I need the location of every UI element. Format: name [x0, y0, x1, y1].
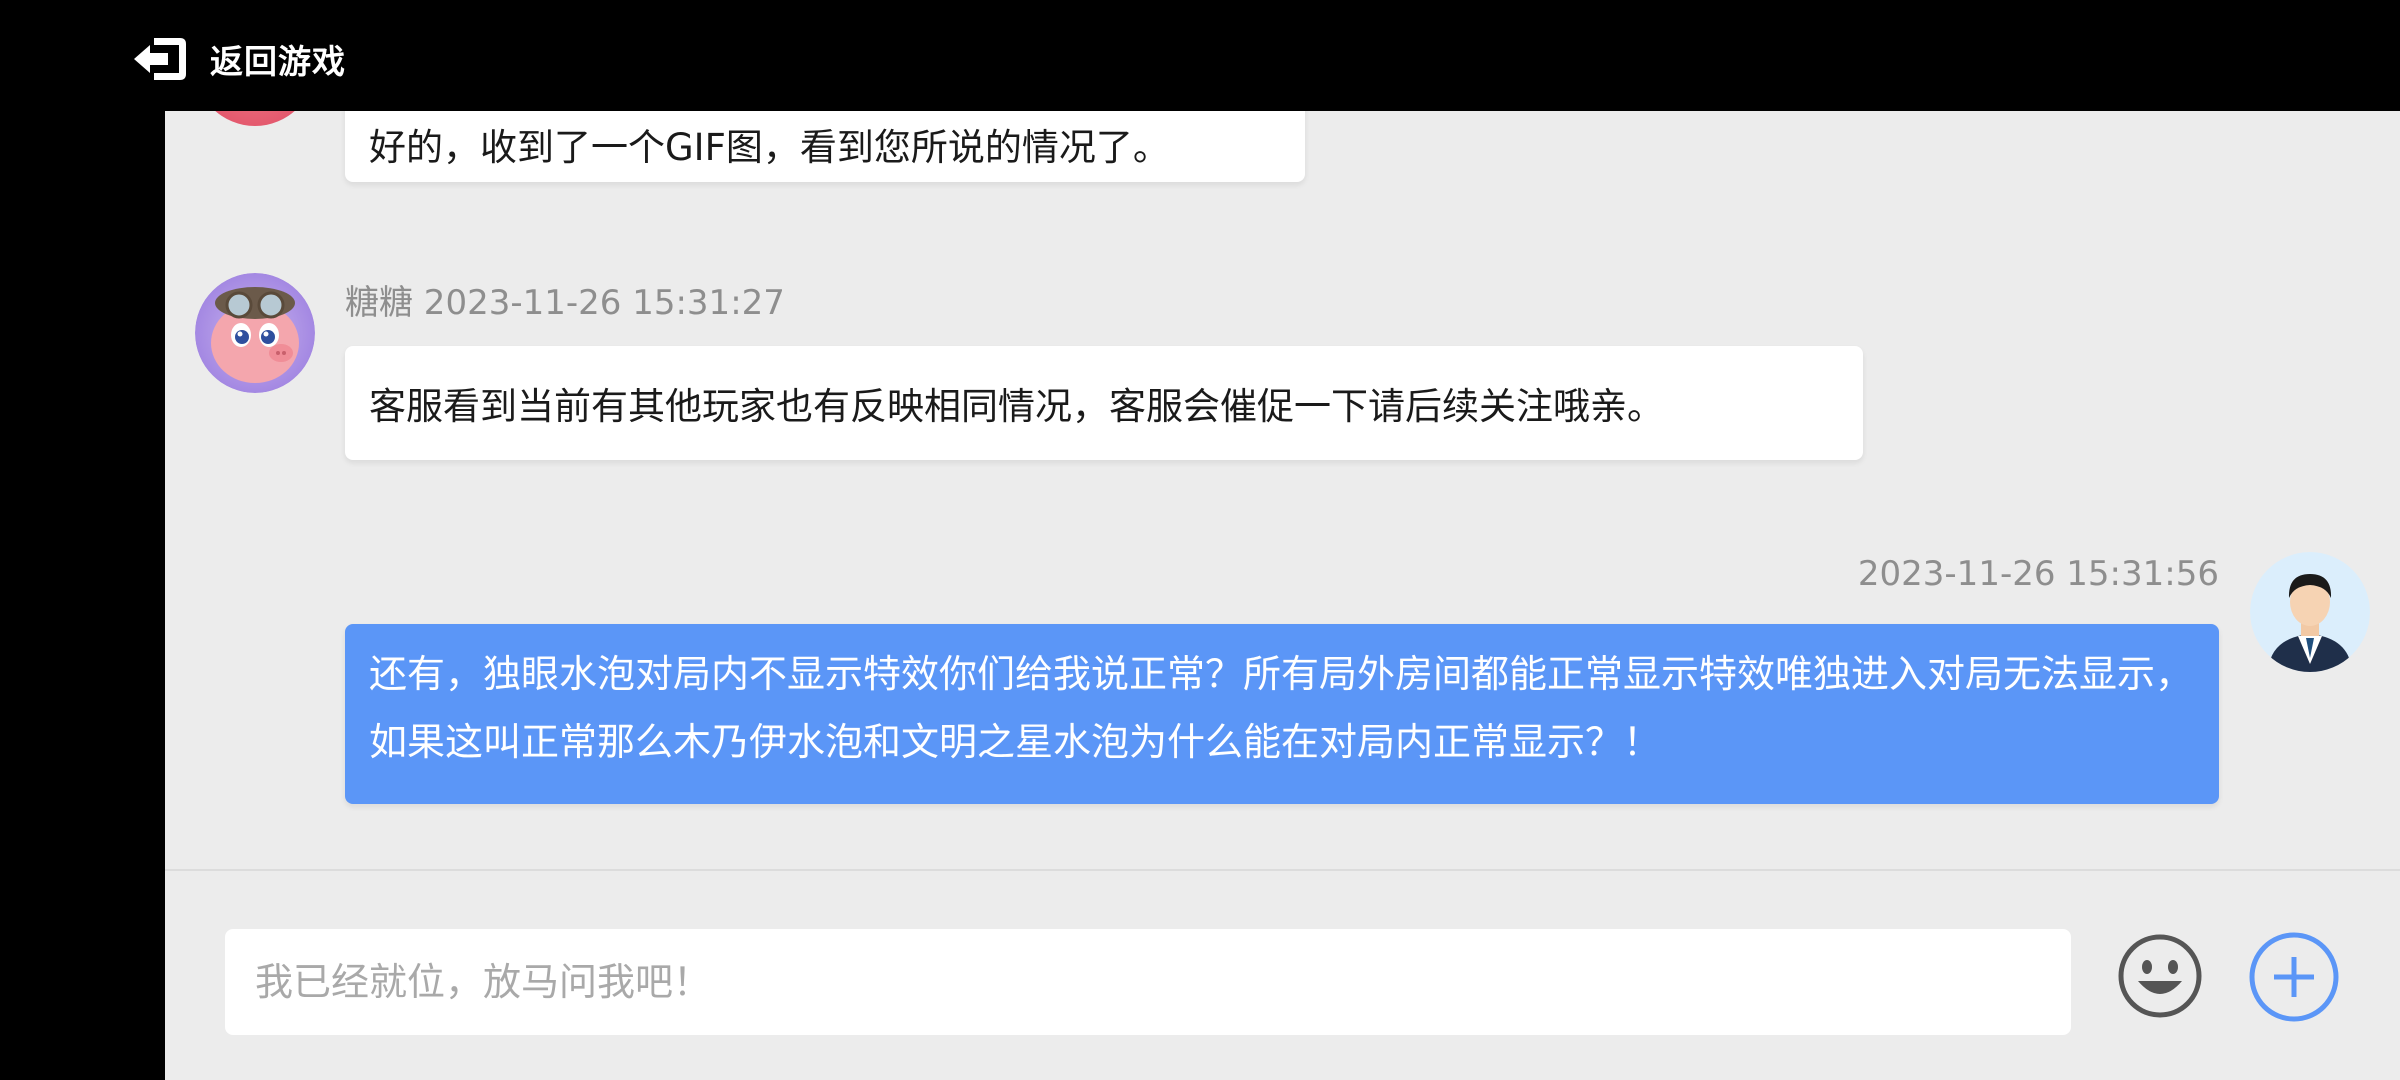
message-text: 好的，收到了一个GIF图，看到您所说的情况了。	[369, 125, 1170, 169]
emoji-button[interactable]	[2117, 933, 2203, 1019]
pig-character-avatar	[195, 273, 315, 393]
user-avatar	[2250, 552, 2370, 672]
app-frame: 返回游戏 好的，收到了一个GIF图，看到您所说的情况了。 糖糖 2023-11-…	[0, 0, 2400, 1080]
plus-circle-icon	[2249, 932, 2339, 1022]
sender-meta-text: 糖糖 2023-11-26 15:31:27	[345, 283, 785, 323]
user-message-bubble: 还有，独眼水泡对局内不显示特效你们给我说正常？所有局外房间都能正常显示特效唯独进…	[345, 624, 2219, 804]
agent-avatar	[195, 273, 315, 393]
top-bar: 返回游戏	[0, 0, 2400, 111]
businessman-avatar	[2250, 552, 2370, 672]
smiley-face-icon	[2118, 934, 2202, 1018]
back-to-game-button[interactable]: 返回游戏	[130, 30, 346, 88]
agent-message-bubble: 客服看到当前有其他玩家也有反映相同情况，客服会催促一下请后续关注哦亲。	[345, 346, 1863, 460]
message-text: 客服看到当前有其他玩家也有反映相同情况，客服会催促一下请后续关注哦亲。	[369, 385, 1664, 428]
agent-message-bubble: 好的，收到了一个GIF图，看到您所说的情况了。	[345, 111, 1305, 182]
agent-name-timestamp: 糖糖 2023-11-26 15:31:27	[345, 275, 785, 324]
back-label: 返回游戏	[210, 42, 346, 81]
composer-bar	[165, 869, 2400, 1080]
more-actions-button[interactable]	[2248, 931, 2340, 1023]
message-text: 还有，独眼水泡对局内不显示特效你们给我说正常？所有局外房间都能正常显示特效唯独进…	[369, 652, 2194, 764]
user-timestamp: 2023-11-26 15:31:56	[1858, 554, 2219, 594]
exit-arrow-icon	[130, 34, 190, 84]
timestamp-text: 2023-11-26 15:31:56	[1857, 554, 2219, 594]
chat-area[interactable]: 好的，收到了一个GIF图，看到您所说的情况了。 糖糖 2023-11-26 15…	[165, 111, 2400, 869]
agent-avatar-partial	[195, 111, 315, 126]
message-input[interactable]	[225, 929, 2071, 1035]
